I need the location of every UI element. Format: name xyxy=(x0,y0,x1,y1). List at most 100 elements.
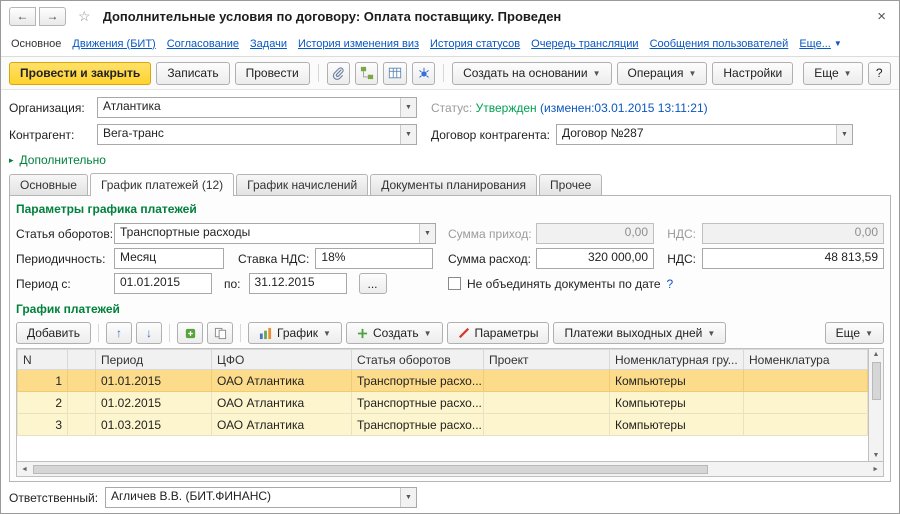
scroll-right-icon[interactable]: ► xyxy=(868,466,883,473)
choose-icon[interactable]: ▼ xyxy=(400,125,416,144)
col-header-article[interactable]: Статья оборотов xyxy=(352,350,484,370)
col-header-period[interactable]: Период xyxy=(96,350,212,370)
period-from-field[interactable]: 01.01.2015 xyxy=(114,273,212,294)
settings-button[interactable]: Настройки xyxy=(712,62,793,85)
col-header-nom-group[interactable]: Номенклатурная гру... xyxy=(610,350,744,370)
cell-nomenclature[interactable] xyxy=(744,414,868,436)
vat-rate-field[interactable]: 18% xyxy=(315,248,433,269)
cell-marker[interactable] xyxy=(68,370,96,392)
cell-n[interactable]: 3 xyxy=(18,414,68,436)
nav-item-approval[interactable]: Согласование xyxy=(167,38,239,50)
scrollbar-thumb[interactable] xyxy=(872,362,881,400)
contragent-field[interactable]: Вега-транс ▼ xyxy=(97,124,417,145)
scrollbar-thumb[interactable] xyxy=(33,465,708,474)
table-row[interactable]: 2 01.02.2015 ОАО Атлантика Транспортные … xyxy=(18,392,868,414)
choose-icon[interactable]: ▼ xyxy=(836,125,852,144)
nav-item-tasks[interactable]: Задачи xyxy=(250,38,287,50)
favorite-star-icon[interactable]: ☆ xyxy=(78,8,91,25)
cell-article[interactable]: Транспортные расхо... xyxy=(352,392,484,414)
periodicity-field[interactable]: Месяц xyxy=(114,248,224,269)
organization-field[interactable]: Атлантика ▼ xyxy=(97,97,417,118)
tab-main[interactable]: Основные xyxy=(9,174,88,195)
choose-icon[interactable]: ▼ xyxy=(419,224,435,243)
cell-nomenclature[interactable] xyxy=(744,370,868,392)
more-button[interactable]: Еще ▼ xyxy=(803,62,862,85)
col-header-cfo[interactable]: ЦФО xyxy=(212,350,352,370)
operation-button[interactable]: Операция ▼ xyxy=(617,62,708,85)
scroll-up-icon[interactable]: ▲ xyxy=(873,349,880,360)
chart-button[interactable]: График ▼ xyxy=(248,322,342,344)
choose-icon[interactable]: ▼ xyxy=(400,488,416,507)
cell-cfo[interactable]: ОАО Атлантика xyxy=(212,370,352,392)
move-down-button[interactable]: ↓ xyxy=(136,322,162,344)
move-up-button[interactable]: ↑ xyxy=(106,322,132,344)
expense-sum-field[interactable]: 320 000,00 xyxy=(536,248,654,269)
cell-article[interactable]: Транспортные расхо... xyxy=(352,370,484,392)
nav-item-translation-queue[interactable]: Очередь трансляции xyxy=(531,38,638,50)
nav-more-menu[interactable]: Еще... ▼ xyxy=(799,38,841,50)
col-header-n[interactable]: N xyxy=(18,350,68,370)
create-based-on-button[interactable]: Создать на основании ▼ xyxy=(452,62,611,85)
cell-n[interactable]: 1 xyxy=(18,370,68,392)
document-structure-button[interactable] xyxy=(355,62,378,85)
scroll-down-icon[interactable]: ▼ xyxy=(873,450,880,461)
fill-button[interactable] xyxy=(177,322,203,344)
post-and-close-button[interactable]: Провести и закрыть xyxy=(9,62,151,85)
scroll-left-icon[interactable]: ◄ xyxy=(17,466,32,473)
cell-cfo[interactable]: ОАО Атлантика xyxy=(212,392,352,414)
nav-item-visa-history[interactable]: История изменения виз xyxy=(298,38,419,50)
highlight-changes-button[interactable] xyxy=(412,62,435,85)
period-ellipsis-button[interactable]: ... xyxy=(359,273,387,294)
dont-merge-checkbox[interactable] xyxy=(448,277,461,290)
nav-item-user-messages[interactable]: Сообщения пользователей xyxy=(650,38,789,50)
cell-period[interactable]: 01.01.2015 xyxy=(96,370,212,392)
close-icon[interactable]: × xyxy=(872,8,891,25)
cell-marker[interactable] xyxy=(68,392,96,414)
col-header-project[interactable]: Проект xyxy=(484,350,610,370)
table-row[interactable]: 3 01.03.2015 ОАО Атлантика Транспортные … xyxy=(18,414,868,436)
tab-other[interactable]: Прочее xyxy=(539,174,602,195)
cell-period[interactable]: 01.03.2015 xyxy=(96,414,212,436)
additional-group-toggle[interactable]: ▸ Дополнительно xyxy=(9,153,106,167)
cell-nomenclature[interactable] xyxy=(744,392,868,414)
horizontal-scrollbar[interactable]: ◄ ► xyxy=(16,462,884,477)
nav-item-main[interactable]: Основное xyxy=(11,38,61,50)
nav-item-movements[interactable]: Движения (БИТ) xyxy=(72,38,155,50)
help-button[interactable]: ? xyxy=(868,62,891,85)
copy-row-button[interactable] xyxy=(207,322,233,344)
cell-nom-group[interactable]: Компьютеры xyxy=(610,392,744,414)
help-question-link[interactable]: ? xyxy=(667,277,674,291)
cell-n[interactable]: 2 xyxy=(18,392,68,414)
cell-nom-group[interactable]: Компьютеры xyxy=(610,370,744,392)
save-button[interactable]: Записать xyxy=(156,62,229,85)
tab-accrual-schedule[interactable]: График начислений xyxy=(236,174,368,195)
col-header-nomenclature[interactable]: Номенклатура xyxy=(744,350,868,370)
forward-button[interactable]: → xyxy=(39,7,66,26)
cell-project[interactable] xyxy=(484,370,610,392)
cell-project[interactable] xyxy=(484,414,610,436)
choose-icon[interactable]: ▼ xyxy=(400,98,416,117)
article-field[interactable]: Транспортные расходы ▼ xyxy=(114,223,436,244)
responsible-field[interactable]: Агличев В.В. (БИТ.ФИНАНС) ▼ xyxy=(105,487,417,508)
add-row-button[interactable]: Добавить xyxy=(16,322,91,344)
tab-planning-documents[interactable]: Документы планирования xyxy=(370,174,537,195)
cell-article[interactable]: Транспортные расхо... xyxy=(352,414,484,436)
create-button[interactable]: Создать ▼ xyxy=(346,322,443,344)
col-header-marker[interactable] xyxy=(68,350,96,370)
tab-payment-schedule[interactable]: График платежей (12) xyxy=(90,173,234,196)
post-button[interactable]: Провести xyxy=(235,62,310,85)
cell-period[interactable]: 01.02.2015 xyxy=(96,392,212,414)
attachments-button[interactable] xyxy=(327,62,350,85)
nav-item-status-history[interactable]: История статусов xyxy=(430,38,520,50)
schedule-more-button[interactable]: Еще ▼ xyxy=(825,322,884,344)
cell-project[interactable] xyxy=(484,392,610,414)
back-button[interactable]: ← xyxy=(9,7,36,26)
weekend-payments-button[interactable]: Платежи выходных дней ▼ xyxy=(553,322,726,344)
expense-vat-field[interactable]: 48 813,59 xyxy=(702,248,884,269)
cell-cfo[interactable]: ОАО Атлантика xyxy=(212,414,352,436)
parameters-button[interactable]: Параметры xyxy=(447,322,550,344)
cell-nom-group[interactable]: Компьютеры xyxy=(610,414,744,436)
spreadsheet-report-button[interactable] xyxy=(383,62,406,85)
cell-marker[interactable] xyxy=(68,414,96,436)
table-row[interactable]: 1 01.01.2015 ОАО Атлантика Транспортные … xyxy=(18,370,868,392)
